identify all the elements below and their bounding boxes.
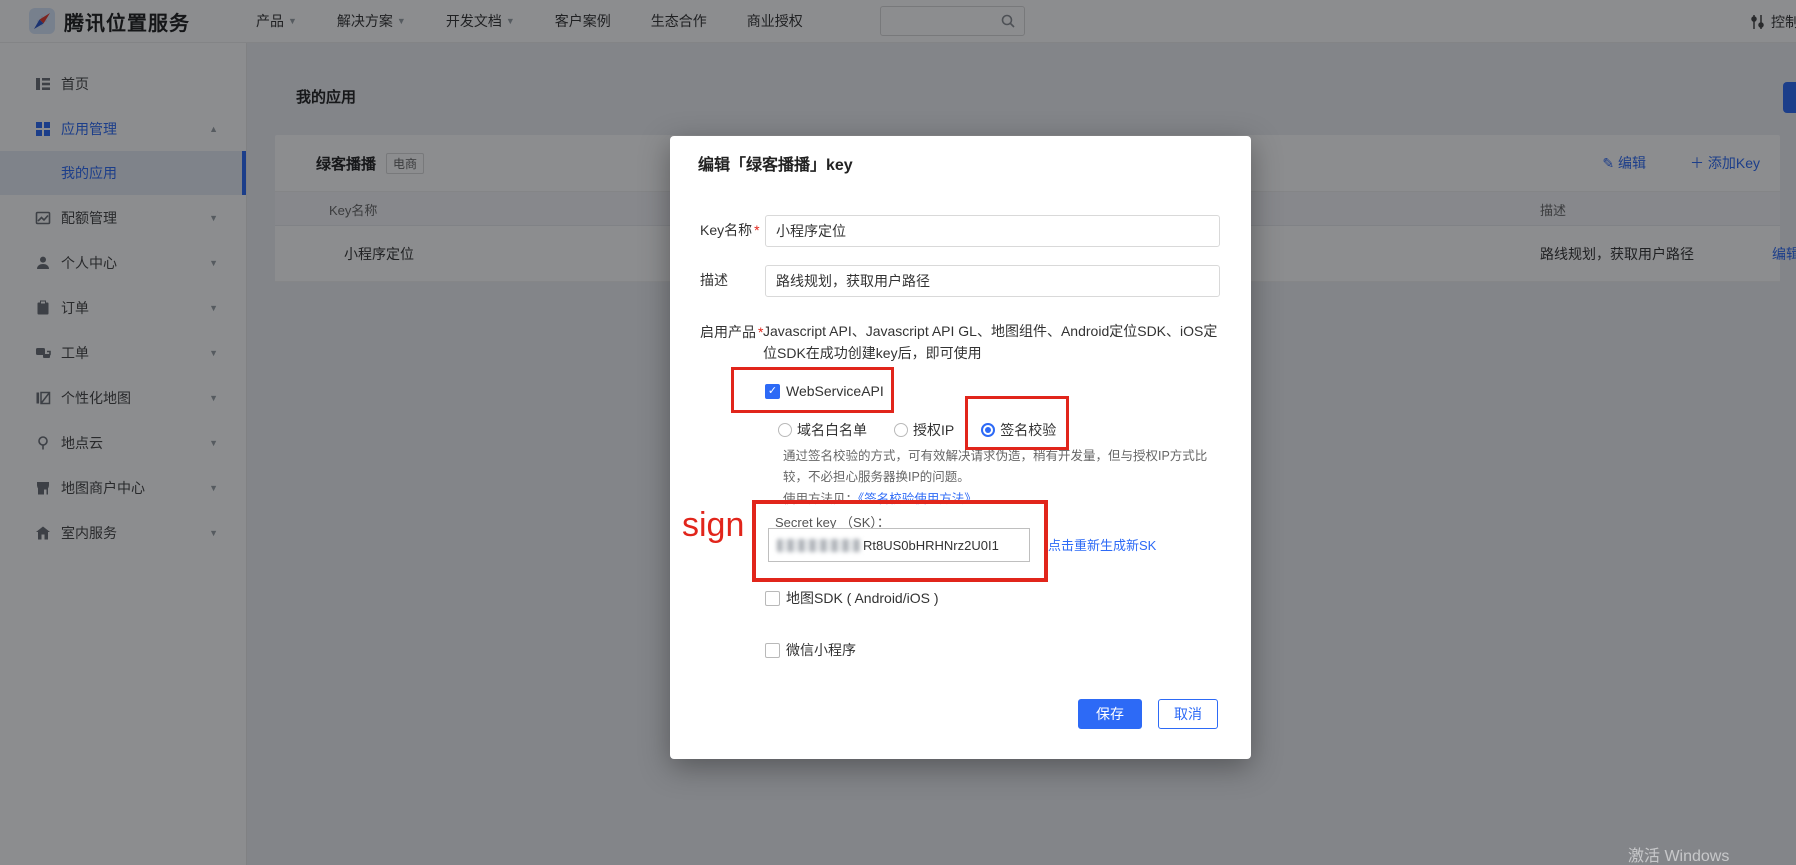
auth-mode-radio-group: 域名白名单 授权IP 签名校验 — [778, 420, 1056, 440]
regenerate-sk-link[interactable]: 点击重新生成新SK — [1048, 535, 1156, 554]
products-label: 启用产品* — [700, 322, 763, 342]
sk-visible-value: Rt8US0bHRHNrz2U0I1 — [863, 538, 999, 553]
usage-method-link[interactable]: 《签名校验使用方法》 — [858, 492, 977, 506]
edit-key-modal: 编辑「绿客播播」key Key名称* 描述 启用产品* Javascript A… — [670, 136, 1251, 759]
radio-signature-check[interactable]: 签名校验 — [981, 420, 1056, 440]
secret-key-field[interactable]: Rt8US0bHRHNrz2U0I1 — [768, 528, 1030, 562]
radio-selected-icon — [981, 423, 995, 437]
mini-program-label: 微信小程序 — [786, 640, 856, 660]
radio-icon — [778, 423, 792, 437]
radio-authorized-ip[interactable]: 授权IP — [894, 420, 954, 440]
checkbox-checked-icon[interactable] — [765, 384, 780, 399]
checkbox-unchecked-icon[interactable] — [765, 591, 780, 606]
app-root: 腾讯位置服务 产品▼ 解决方案▼ 开发文档▼ 客户案例 生态合作 商业授权 — [0, 0, 1796, 865]
windows-activation-watermark: 激活 Windows — [1628, 842, 1729, 865]
key-name-input[interactable] — [765, 215, 1220, 247]
radio-domain-whitelist[interactable]: 域名白名单 — [778, 420, 867, 440]
modal-buttons: 保存 取消 — [1078, 699, 1218, 729]
signature-description: 通过签名校验的方式，可有效解决请求伪造，稍有开发量，但与授权IP方式比较，不必担… — [783, 446, 1230, 488]
key-name-label: Key名称* — [700, 220, 760, 240]
map-sdk-checkbox-row[interactable]: 地图SDK ( Android/iOS ) — [765, 588, 939, 608]
radio-icon — [894, 423, 908, 437]
checkbox-unchecked-icon[interactable] — [765, 643, 780, 658]
sk-masked-prefix — [777, 539, 861, 552]
map-sdk-label: 地图SDK ( Android/iOS ) — [786, 588, 939, 608]
mini-program-checkbox-row[interactable]: 微信小程序 — [765, 640, 856, 660]
desc-label: 描述 — [700, 270, 728, 290]
products-summary: Javascript API、Javascript API GL、地图组件、An… — [763, 320, 1229, 364]
webservice-label: WebServiceAPI — [786, 383, 884, 399]
save-button[interactable]: 保存 — [1078, 699, 1142, 729]
annotation-sign-text: sign — [682, 506, 744, 545]
cancel-button[interactable]: 取消 — [1158, 699, 1218, 729]
usage-hint: 使用方法见：《签名校验使用方法》 — [783, 488, 977, 507]
webservice-checkbox-row[interactable]: WebServiceAPI — [765, 383, 884, 399]
modal-title: 编辑「绿客播播」key — [698, 151, 853, 175]
desc-input[interactable] — [765, 265, 1220, 297]
required-asterisk: * — [754, 222, 759, 238]
